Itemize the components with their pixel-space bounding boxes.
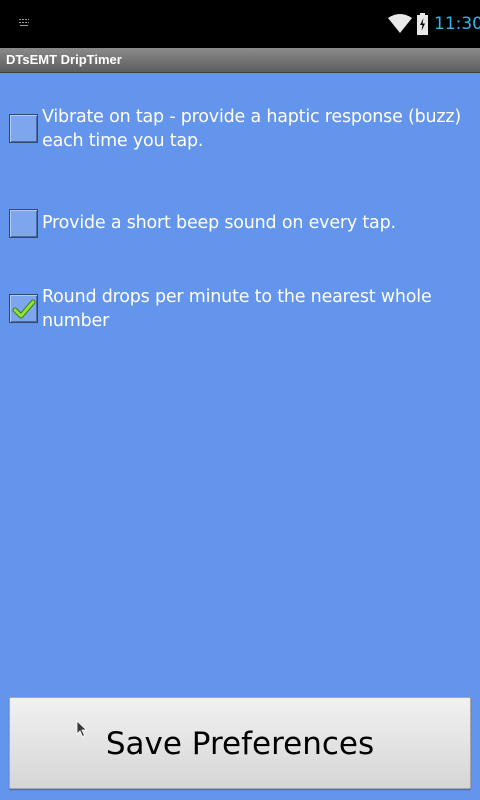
save-preferences-button[interactable]: Save Preferences: [9, 697, 471, 789]
check-icon: [12, 299, 36, 319]
status-clock: 11:30: [434, 14, 480, 34]
vibrate-label: Vibrate on tap - provide a haptic respon…: [42, 107, 462, 151]
preference-beep-row[interactable]: Provide a short beep sound on every tap.: [0, 207, 480, 243]
status-bar: 11:30: [0, 0, 480, 48]
preference-round-row[interactable]: Round drops per minute to the nearest wh…: [0, 285, 480, 337]
preference-vibrate-row[interactable]: Vibrate on tap - provide a haptic respon…: [0, 104, 480, 164]
battery-charging-icon: [417, 13, 428, 35]
vibrate-checkbox[interactable]: [9, 114, 38, 143]
beep-label: Provide a short beep sound on every tap.: [42, 213, 396, 233]
title-bar: DTsEMT DripTimer: [0, 48, 480, 73]
wifi-icon: [388, 14, 412, 33]
round-checkbox[interactable]: [9, 294, 38, 323]
mouse-pointer-icon: [76, 720, 88, 738]
app-title: DTsEMT DripTimer: [6, 52, 122, 67]
keyboard-icon: [19, 19, 29, 26]
beep-checkbox[interactable]: [9, 209, 38, 238]
round-label: Round drops per minute to the nearest wh…: [42, 287, 432, 331]
